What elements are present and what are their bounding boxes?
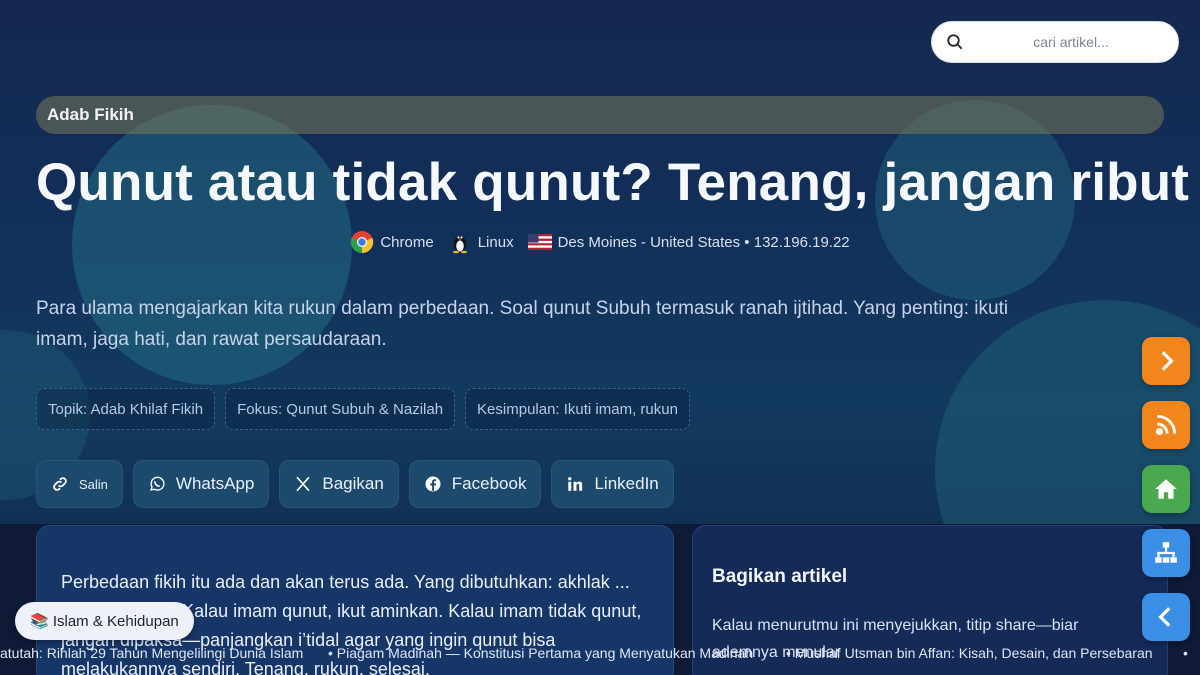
share-card-title: Bagikan artikel (712, 566, 848, 587)
ticker-item[interactable]: • Mushaf Utsman bin Affan: Kisah, Desain… (786, 645, 1153, 661)
share-buttons: Salin WhatsApp Bagikan Facebook LinkedIn (36, 460, 674, 508)
category-label[interactable]: Adab Fikih (36, 96, 1164, 134)
back-button[interactable] (1142, 593, 1190, 641)
page-title: Qunut atau tidak qunut? Tenang, jangan r… (36, 153, 1190, 212)
ticker-item[interactable]: • (1183, 645, 1188, 661)
search-input[interactable] (978, 34, 1164, 50)
sitemap-button[interactable] (1142, 529, 1190, 577)
facebook-icon (425, 476, 441, 492)
whatsapp-label: WhatsApp (175, 474, 255, 493)
category-pill[interactable]: 📚 Islam & Kehidupan (15, 602, 194, 640)
home-icon (1155, 479, 1177, 499)
linkedin-icon (568, 477, 583, 491)
x-share-label: Bagikan (322, 474, 384, 493)
chrome-icon (351, 231, 374, 254)
browser-name: Chrome (380, 233, 434, 251)
summary-chips: Topik: Adab Khilaf Fikih Fokus: Qunut Su… (36, 388, 690, 430)
copy-link-button[interactable]: Salin (36, 460, 123, 508)
os-info: Linux (448, 230, 514, 254)
chevron-right-icon (1161, 351, 1174, 371)
copy-label: Salin (79, 476, 108, 492)
location-info: Des Moines - United States • 132.196.19.… (527, 230, 850, 254)
whatsapp-icon (149, 476, 165, 491)
facebook-label: Facebook (451, 474, 527, 493)
chip-focus: Fokus: Qunut Subuh & Nazilah (225, 388, 456, 430)
location-text: Des Moines - United States • 132.196.19.… (557, 233, 850, 251)
sitemap-icon (1155, 542, 1177, 563)
linux-tux-icon (452, 236, 467, 254)
chip-conclusion: Kesimpulan: Ikuti imam, rukun (465, 388, 690, 430)
linkedin-label: LinkedIn (594, 474, 659, 493)
x-share-button[interactable]: Bagikan (279, 460, 399, 508)
whatsapp-button[interactable]: WhatsApp (132, 460, 270, 508)
ticker-item[interactable]: • Piagam Madinah — Konstitusi Pertama ya… (328, 645, 753, 661)
x-icon (296, 476, 310, 492)
ticker-item[interactable]: atutah: Rihlah 29 Tahun Mengelilingi Dun… (0, 645, 303, 661)
link-icon (53, 477, 67, 491)
next-article-button[interactable] (1142, 337, 1190, 385)
facebook-button[interactable]: Facebook (408, 460, 542, 508)
chevron-left-icon (1158, 607, 1171, 627)
home-button[interactable] (1142, 465, 1190, 513)
us-flag-icon (527, 234, 552, 250)
linkedin-button[interactable]: LinkedIn (551, 460, 674, 508)
rss-feed-button[interactable] (1142, 401, 1190, 449)
os-name: Linux (477, 233, 514, 251)
rss-icon (1155, 414, 1177, 436)
search-box[interactable] (931, 21, 1179, 63)
news-ticker: atutah: Rihlah 29 Tahun Mengelilingi Dun… (0, 645, 1200, 665)
article-lead: Para ulama mengajarkan kita rukun dalam … (36, 298, 1009, 350)
search-icon (947, 34, 963, 50)
visitor-meta: Chrome Linux Des Moines - United States … (0, 230, 1200, 254)
chip-topic: Topik: Adab Khilaf Fikih (36, 388, 216, 430)
browser-info: Chrome (350, 230, 434, 254)
